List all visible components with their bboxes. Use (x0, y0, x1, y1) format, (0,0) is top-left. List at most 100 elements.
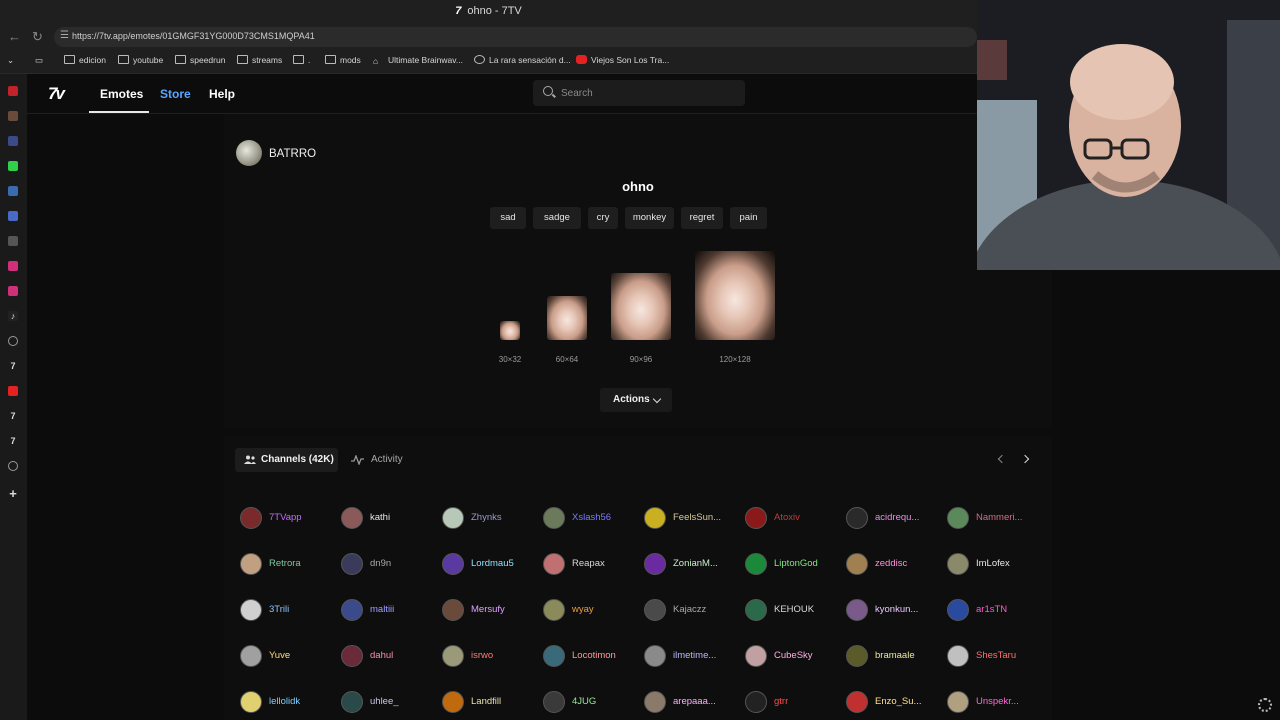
channel-item[interactable]: Retrora (240, 553, 340, 575)
search-box[interactable] (533, 80, 745, 106)
back-icon[interactable]: ← (8, 29, 21, 44)
channel-item[interactable]: ImLofex (947, 553, 1047, 575)
channel-item[interactable]: Nammeri... (947, 507, 1047, 529)
emote-preview-medium[interactable] (547, 296, 587, 340)
channel-avatar (947, 553, 969, 575)
channel-item[interactable]: Yuve (240, 645, 340, 667)
nav-emotes[interactable]: Emotes (100, 87, 143, 101)
channel-item[interactable]: 7TVapp (240, 507, 340, 529)
sidebar-tiktok-icon[interactable]: ♪ (8, 311, 18, 321)
prev-page-icon[interactable] (997, 454, 1007, 464)
channel-item[interactable]: ilmetime... (644, 645, 744, 667)
sidebar-instagram-icon[interactable] (8, 286, 18, 296)
sidebar-app-icon[interactable] (8, 111, 18, 121)
bookmark-dot[interactable]: . (293, 55, 310, 65)
channel-item[interactable]: wyay (543, 599, 643, 621)
bookmark-speedrun[interactable]: speedrun (175, 55, 225, 65)
bookmark-viejos[interactable]: Viejos Son Los Tra... (576, 55, 669, 65)
channel-item[interactable]: Atoxiv (745, 507, 845, 529)
bookmark-mods[interactable]: mods (325, 55, 361, 65)
channel-item[interactable]: gtrr (745, 691, 845, 713)
channel-item[interactable]: kathi (341, 507, 441, 529)
owner-name[interactable]: BATRRO (269, 148, 316, 160)
sidebar-app-icon[interactable] (8, 236, 18, 246)
sidebar-7tv-icon[interactable]: 7 (8, 436, 18, 446)
channel-item[interactable]: Mersufy (442, 599, 542, 621)
channel-item[interactable]: ShesTaru (947, 645, 1047, 667)
sidebar-7tv-icon[interactable]: 7 (8, 411, 18, 421)
channel-item[interactable]: CubeSky (745, 645, 845, 667)
tag-pain[interactable]: pain (730, 207, 767, 229)
channel-item[interactable]: FeelsSun... (644, 507, 744, 529)
sidebar-kick-icon[interactable] (8, 161, 18, 171)
tag-cry[interactable]: cry (588, 207, 618, 229)
gear-icon[interactable] (1258, 698, 1272, 712)
sidebar-app-icon[interactable] (8, 136, 18, 146)
channel-item[interactable]: Zhynks (442, 507, 542, 529)
sidebar-globe-icon[interactable] (8, 336, 18, 346)
sidebar-7tv-icon[interactable]: 7 (8, 361, 18, 371)
tab-search-icon[interactable]: ▭ (35, 55, 43, 66)
channel-item[interactable]: lellolidk (240, 691, 340, 713)
channel-item[interactable]: dahul (341, 645, 441, 667)
channel-item[interactable]: bramaale (846, 645, 946, 667)
channel-item[interactable]: KEHOUK (745, 599, 845, 621)
bookmark-streams[interactable]: streams (237, 55, 282, 65)
channel-item[interactable]: Landfill (442, 691, 542, 713)
tab-activity-label: Activity (371, 454, 403, 465)
tab-activity[interactable]: Activity (351, 448, 403, 472)
sidebar-instagram-icon[interactable] (8, 261, 18, 271)
reload-icon[interactable]: ↻ (32, 29, 43, 45)
channel-item[interactable]: maltiii (341, 599, 441, 621)
channel-item[interactable]: acidrequ... (846, 507, 946, 529)
channel-item[interactable]: arepaaa... (644, 691, 744, 713)
channel-item[interactable]: Unspekr... (947, 691, 1047, 713)
channel-item[interactable]: Lordmau5 (442, 553, 542, 575)
channel-item[interactable]: Locotimon (543, 645, 643, 667)
sidebar-add-icon[interactable]: + (8, 487, 18, 500)
bookmarks-chevron-icon[interactable]: ⌄ (7, 55, 14, 66)
sidebar-app-icon[interactable] (8, 86, 18, 96)
sidebar-app-icon[interactable] (8, 211, 18, 221)
sidebar-youtube-icon[interactable] (8, 386, 18, 396)
tag-sad[interactable]: sad (490, 207, 526, 229)
channel-item[interactable]: 4JUG (543, 691, 643, 713)
channel-item[interactable]: Enzo_Su... (846, 691, 946, 713)
bookmark-ultimate-brainwav[interactable]: ⌂ Ultimate Brainwav... (373, 55, 463, 66)
next-page-icon[interactable] (1020, 454, 1030, 464)
globe-icon (474, 55, 485, 64)
emote-preview-large[interactable] (611, 273, 671, 340)
url-field[interactable]: ☰ https://7tv.app/emotes/01GMGF31YG000D7… (54, 27, 977, 47)
channel-item[interactable]: LiptonGod (745, 553, 845, 575)
channel-item[interactable]: dn9n (341, 553, 441, 575)
tag-regret[interactable]: regret (681, 207, 723, 229)
nav-help[interactable]: Help (209, 87, 235, 101)
emote-preview-xlarge[interactable] (695, 251, 775, 340)
sidebar-globe-icon[interactable] (8, 461, 18, 471)
actions-button[interactable]: Actions (600, 388, 672, 412)
channel-item[interactable]: Reapax (543, 553, 643, 575)
users-icon (244, 455, 256, 464)
search-input[interactable] (561, 84, 731, 102)
channel-item[interactable]: isrwo (442, 645, 542, 667)
tag-monkey[interactable]: monkey (625, 207, 674, 229)
channel-item[interactable]: uhlee_ (341, 691, 441, 713)
channel-item[interactable]: kyonkun... (846, 599, 946, 621)
channel-name: Xslash56 (572, 512, 612, 523)
emote-preview-small[interactable] (500, 321, 520, 340)
7tv-logo[interactable]: 7v (48, 84, 65, 104)
bookmark-la-rara[interactable]: La rara sensación d... (474, 55, 571, 65)
tab-channels[interactable]: Channels (42K) (235, 448, 338, 472)
tag-sadge[interactable]: sadge (533, 207, 581, 229)
channel-item[interactable]: ar1sTN (947, 599, 1047, 621)
channel-item[interactable]: zeddisc (846, 553, 946, 575)
channel-item[interactable]: Kajaczz (644, 599, 744, 621)
sidebar-app-icon[interactable] (8, 186, 18, 196)
channel-item[interactable]: ZonianM... (644, 553, 744, 575)
channel-item[interactable]: 3Trili (240, 599, 340, 621)
bookmark-youtube[interactable]: youtube (118, 55, 163, 65)
bookmark-edicion[interactable]: edicion (64, 55, 106, 65)
channel-item[interactable]: Xslash56 (543, 507, 643, 529)
site-info-icon[interactable]: ☰ (60, 30, 69, 41)
nav-store[interactable]: Store (160, 87, 191, 101)
